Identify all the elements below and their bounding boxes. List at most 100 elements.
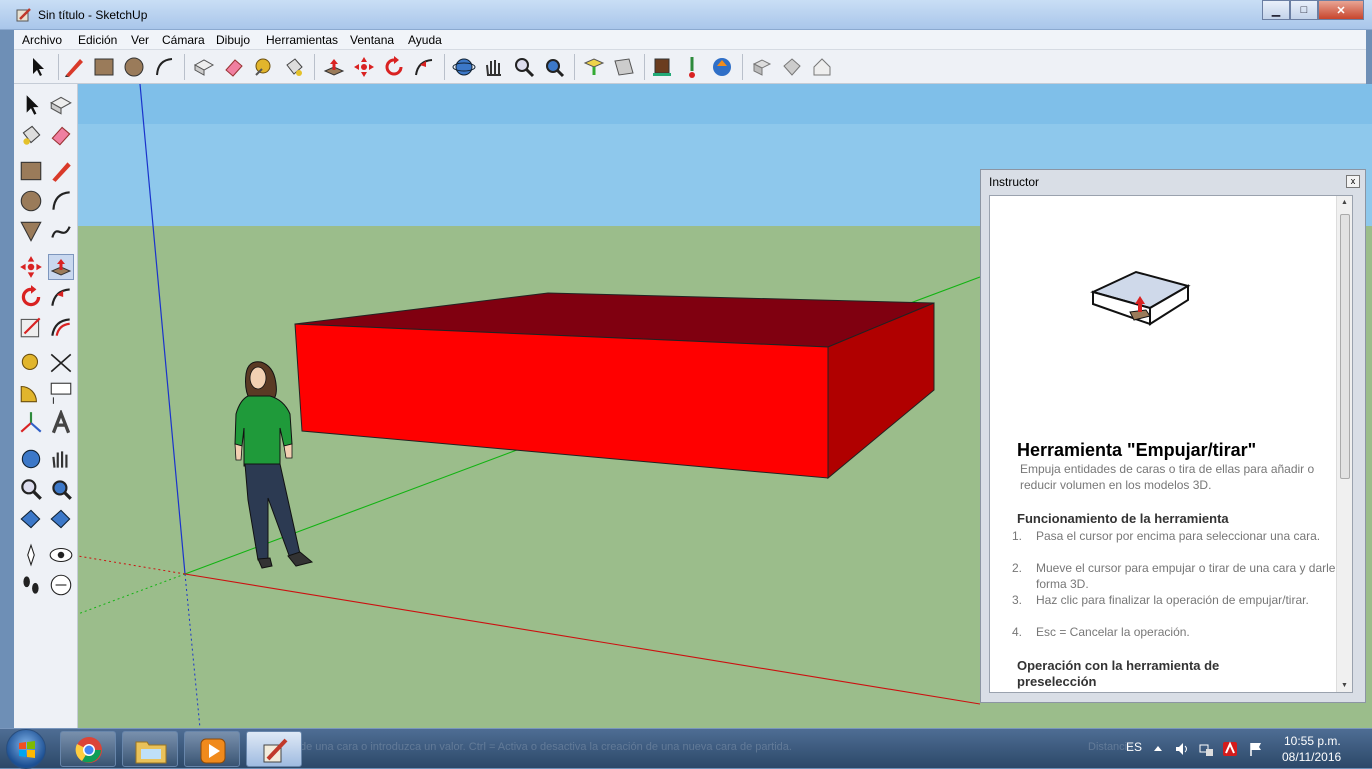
menu-ver[interactable]: Ver (131, 33, 149, 47)
toolbar-separator (58, 54, 59, 80)
zoom-window-icon[interactable] (48, 476, 74, 502)
network-icon[interactable] (1198, 741, 1214, 757)
step-number: 3. (1012, 593, 1023, 607)
menu-dibujo[interactable]: Dibujo (216, 33, 250, 47)
paint-bucket-icon[interactable] (282, 55, 306, 79)
instructor-scrollbar[interactable]: ▲ ▼ (1336, 196, 1352, 692)
menu-ayuda[interactable]: Ayuda (408, 33, 442, 47)
taskbar-explorer[interactable] (122, 731, 178, 767)
show-hidden-icons-icon[interactable] (1152, 743, 1164, 755)
language-indicator[interactable]: ES (1126, 740, 1142, 754)
pencil-icon[interactable] (48, 158, 74, 184)
orbit-icon[interactable] (452, 55, 476, 79)
text-icon[interactable] (48, 380, 74, 406)
eraser-icon[interactable] (222, 55, 246, 79)
action-center-flag-icon[interactable] (1248, 741, 1264, 757)
taskbar-media-player[interactable] (184, 731, 240, 767)
rotate-icon[interactable] (382, 55, 406, 79)
move-icon[interactable] (352, 55, 376, 79)
rectangle-icon[interactable] (92, 55, 116, 79)
toggle-terrain-icon[interactable] (612, 55, 636, 79)
orbit-icon[interactable] (18, 446, 44, 472)
rectangle-icon[interactable] (18, 158, 44, 184)
section-title-funcionamiento: Funcionamiento de la herramienta (1017, 511, 1229, 526)
minimize-button[interactable]: ▁ (1262, 0, 1290, 20)
clock-date[interactable]: 08/11/2016 (1282, 750, 1341, 764)
previous-view-icon[interactable] (18, 506, 44, 532)
follow-me-icon[interactable] (412, 55, 436, 79)
position-camera-icon[interactable] (18, 542, 44, 568)
dimension-icon[interactable] (48, 350, 74, 376)
zoom-extents-icon[interactable] (542, 55, 566, 79)
circle-icon[interactable] (122, 55, 146, 79)
step-text: Mueve el cursor para empujar o tirar de … (1036, 561, 1336, 591)
scroll-up-icon[interactable]: ▲ (1341, 199, 1348, 206)
menu-camara[interactable]: Cámara (162, 33, 205, 47)
pencil-icon[interactable] (62, 55, 86, 79)
window-controls: ▁ □ ✕ (1262, 0, 1364, 20)
push-pull-icon[interactable] (48, 254, 74, 280)
make-component-icon[interactable] (192, 55, 216, 79)
share-model-icon[interactable] (710, 55, 734, 79)
maximize-button[interactable]: □ (1290, 0, 1318, 20)
select-icon[interactable] (18, 92, 44, 118)
protractor-icon[interactable] (18, 380, 44, 406)
menu-archivo[interactable]: Archivo (22, 33, 62, 47)
follow-me-icon[interactable] (48, 284, 74, 310)
push-pull-illustration-icon (1090, 270, 1191, 326)
offset-icon[interactable] (48, 314, 74, 340)
add-location-icon[interactable] (582, 55, 606, 79)
step-text: Esc = Cancelar la operación. (1036, 625, 1190, 639)
look-around-icon[interactable] (48, 542, 74, 568)
instructor-close-button[interactable]: x (1346, 175, 1360, 188)
pan-icon[interactable] (482, 55, 506, 79)
instructor-panel: Instructor x Herramienta "Empujar/tirar"… (980, 169, 1366, 703)
taskbar-chrome[interactable] (60, 731, 116, 767)
zoom-icon[interactable] (18, 476, 44, 502)
arc-icon[interactable] (152, 55, 176, 79)
taskbar-sketchup[interactable] (246, 731, 302, 767)
make-component-icon[interactable] (48, 92, 74, 118)
freehand-icon[interactable] (48, 218, 74, 244)
close-button[interactable]: ✕ (1318, 0, 1364, 20)
menu-herramientas[interactable]: Herramientas (266, 33, 338, 47)
select-icon[interactable] (26, 55, 50, 79)
tape-measure-icon[interactable] (18, 350, 44, 376)
rotate-icon[interactable] (18, 284, 44, 310)
circle-icon[interactable] (18, 188, 44, 214)
menu-edicion[interactable]: Edición (78, 33, 117, 47)
move-icon[interactable] (18, 254, 44, 280)
warehouse-icon[interactable] (680, 55, 704, 79)
start-button[interactable] (6, 729, 46, 769)
polygon-icon[interactable] (18, 218, 44, 244)
scrollbar-thumb[interactable] (1340, 214, 1350, 479)
walk-icon[interactable] (18, 572, 44, 598)
layers-icon[interactable] (810, 55, 834, 79)
volume-icon[interactable] (1174, 741, 1190, 757)
list-item: 3. Haz clic para finalizar la operación … (1012, 592, 1342, 624)
list-item: 2. Mueve el cursor para empujar o tirar … (1012, 560, 1342, 592)
styles-icon[interactable] (780, 55, 804, 79)
photo-textures-icon[interactable] (650, 55, 674, 79)
antivirus-icon[interactable] (1222, 741, 1238, 757)
next-view-icon[interactable] (48, 506, 74, 532)
section-plane-icon[interactable] (48, 572, 74, 598)
step-number: 4. (1012, 625, 1023, 639)
section-title-preseleccion: Operación con la herramienta de preselec… (1017, 658, 1220, 689)
clock-time[interactable]: 10:55 p.m. (1284, 734, 1341, 748)
components-icon[interactable] (750, 55, 774, 79)
eraser-icon[interactable] (48, 122, 74, 148)
title-bar: Sin título - SketchUp ▁ □ ✕ (0, 0, 1372, 30)
axes-icon[interactable] (18, 410, 44, 436)
zoom-icon[interactable] (512, 55, 536, 79)
scale-icon[interactable] (18, 314, 44, 340)
push-pull-icon[interactable] (322, 55, 346, 79)
arc-icon[interactable] (48, 188, 74, 214)
menu-ventana[interactable]: Ventana (350, 33, 394, 47)
folder-icon (135, 741, 167, 764)
3d-text-icon[interactable] (48, 410, 74, 436)
tape-measure-icon[interactable] (252, 55, 276, 79)
scroll-down-icon[interactable]: ▼ (1341, 682, 1348, 689)
pan-icon[interactable] (48, 446, 74, 472)
paint-bucket-icon[interactable] (18, 122, 44, 148)
